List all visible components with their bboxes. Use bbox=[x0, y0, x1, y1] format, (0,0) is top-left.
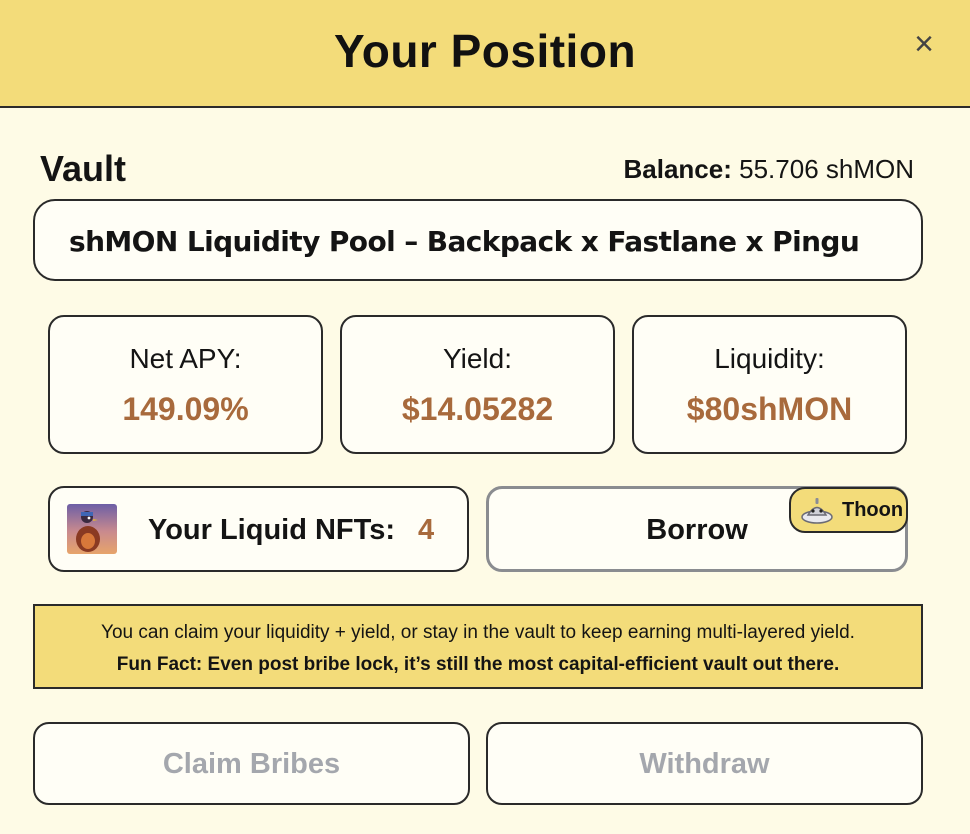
liquidity-label: Liquidity: bbox=[714, 343, 825, 374]
pool-name: shMON Liquidity Pool – Backpack x Fastla… bbox=[69, 225, 860, 258]
notice-line-1: You can claim your liquidity + yield, or… bbox=[101, 622, 855, 643]
claim-bribes-label: Claim Bribes bbox=[162, 748, 341, 780]
net-apy-label: Net APY: bbox=[129, 343, 242, 374]
net-apy-card: Net APY: 149.09% bbox=[48, 315, 323, 454]
thoon-label: Thoon bbox=[842, 499, 904, 521]
nft-thumbnail bbox=[67, 504, 117, 554]
liquid-nfts-label: Your Liquid NFTs: bbox=[148, 514, 395, 546]
withdraw-label: Withdraw bbox=[639, 748, 770, 780]
notice-line-2: Fun Fact: Even post bribe lock, it’s sti… bbox=[116, 654, 840, 675]
yield-card: Yield: $14.05282 bbox=[340, 315, 615, 454]
close-icon[interactable]: × bbox=[906, 26, 942, 62]
info-notice: You can claim your liquidity + yield, or… bbox=[33, 604, 923, 689]
yield-label: Yield: bbox=[442, 343, 512, 374]
position-modal: Your Position × Vault Balance: 55.706 sh… bbox=[0, 0, 970, 834]
liquidity-value: $80shMON bbox=[686, 391, 853, 427]
withdraw-button[interactable]: Withdraw bbox=[486, 722, 923, 805]
balance-label: Balance: bbox=[623, 154, 732, 184]
liquid-nfts-card: Your Liquid NFTs: 4 bbox=[48, 486, 469, 572]
liquid-nfts-count: 4 bbox=[418, 514, 435, 546]
vault-heading: Vault bbox=[40, 148, 127, 189]
thoon-icon bbox=[800, 496, 834, 526]
modal-title: Your Position bbox=[333, 25, 637, 77]
thoon-badge: Thoon bbox=[789, 487, 908, 533]
vault-selector[interactable]: shMON Liquidity Pool – Backpack x Fastla… bbox=[33, 199, 923, 281]
yield-value: $14.05282 bbox=[401, 391, 554, 427]
net-apy-value: 149.09% bbox=[122, 391, 249, 427]
liquidity-card: Liquidity: $80shMON bbox=[632, 315, 907, 454]
claim-bribes-button[interactable]: Claim Bribes bbox=[33, 722, 470, 805]
modal-header: Your Position × bbox=[0, 0, 970, 108]
balance-value: 55.706 shMON bbox=[739, 154, 914, 184]
balance-display: Balance: 55.706 shMON bbox=[624, 154, 915, 185]
